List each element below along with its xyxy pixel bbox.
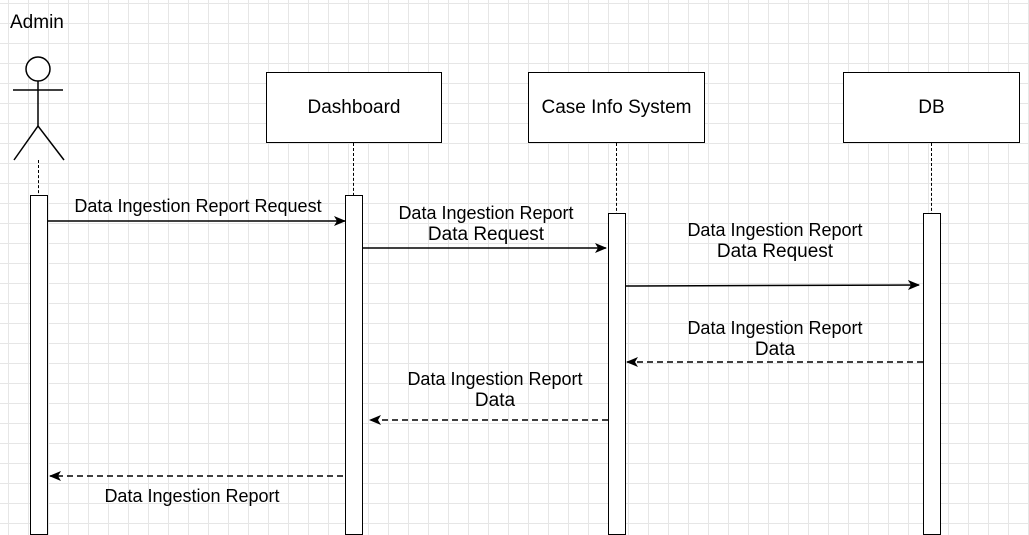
message-label-4-line1: Data Ingestion Report [687,318,863,338]
message-label-2-line2: Data Request [427,224,545,245]
message-label-5-line2: Data [474,390,516,411]
message-label-4: Data Ingestion Report Data [655,317,895,361]
message-arrows [48,216,923,481]
message-label-6: Data Ingestion Report [72,485,312,507]
message-label-4-line2: Data [754,339,796,360]
message-arrow-3 [625,280,920,291]
message-label-3-line2: Data Request [716,241,834,262]
message-label-1-line1: Data Ingestion Report Request [74,196,322,216]
message-label-5-line1: Data Ingestion Report [407,369,583,389]
message-label-6-line1: Data Ingestion Report [104,486,280,506]
message-label-5: Data Ingestion Report Data [375,368,615,412]
message-label-2-line1: Data Ingestion Report [398,203,574,223]
message-label-3: Data Ingestion Report Data Request [655,219,895,263]
message-label-1: Data Ingestion Report Request [48,195,348,217]
message-label-3-line1: Data Ingestion Report [687,220,863,240]
message-label-2: Data Ingestion Report Data Request [366,202,606,246]
